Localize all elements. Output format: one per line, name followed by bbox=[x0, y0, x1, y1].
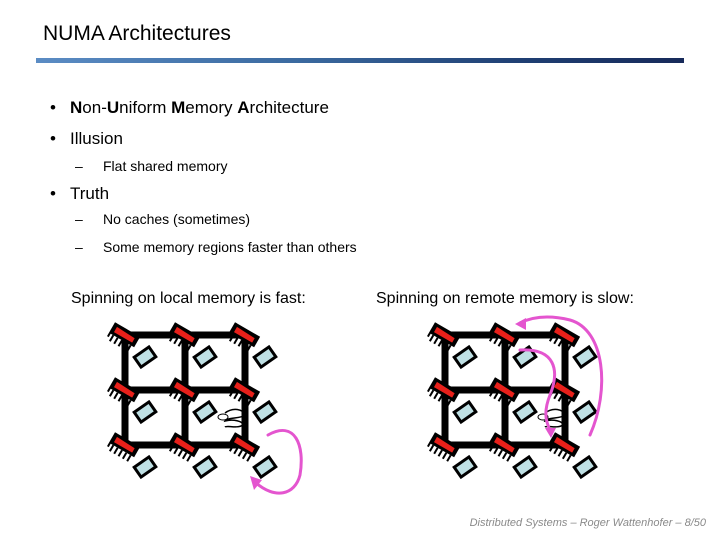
memory-icon bbox=[452, 399, 478, 425]
caption-remote: Spinning on remote memory is slow: bbox=[376, 290, 634, 307]
text-part: U bbox=[106, 98, 120, 117]
processor-icon bbox=[487, 377, 521, 407]
memory-icon bbox=[252, 399, 278, 425]
memory-icon bbox=[132, 454, 158, 480]
memory-icon bbox=[452, 344, 478, 370]
processor-icon bbox=[487, 432, 521, 462]
bullet-text: Non-Uniform Memory Architecture bbox=[70, 98, 329, 118]
processor-icon bbox=[427, 322, 461, 352]
processor-icon bbox=[107, 377, 141, 407]
dash-glyph: – bbox=[75, 158, 83, 174]
bullet-text: Truth bbox=[70, 184, 110, 203]
bullet-glyph: • bbox=[50, 98, 56, 117]
spinning-icon bbox=[537, 408, 566, 428]
slide-footer: Distributed Systems – Roger Wattenhofer … bbox=[469, 517, 706, 529]
memory-icon bbox=[572, 454, 598, 480]
processor-icon bbox=[227, 377, 261, 407]
processor-icon bbox=[167, 377, 201, 407]
processor-icon bbox=[227, 322, 261, 352]
memory-icon bbox=[512, 454, 538, 480]
bullet-text: Illusion bbox=[70, 129, 123, 148]
memory-icon bbox=[252, 454, 278, 480]
bullet-glyph: • bbox=[50, 129, 56, 148]
text-part: on- bbox=[82, 98, 107, 117]
memory-icon bbox=[512, 399, 538, 425]
text-part: rchitecture bbox=[249, 98, 329, 117]
slide-title: NUMA Architectures bbox=[43, 22, 231, 45]
processor-icon bbox=[167, 432, 201, 462]
processor-icon bbox=[427, 377, 461, 407]
arrowhead bbox=[515, 318, 526, 330]
memory-icon bbox=[192, 344, 218, 370]
text-part: N bbox=[70, 98, 83, 117]
subbullet-text: Some memory regions faster than others bbox=[103, 239, 357, 255]
caption-local: Spinning on local memory is fast: bbox=[71, 290, 306, 307]
dash-glyph: – bbox=[75, 239, 83, 255]
processor-icon bbox=[487, 322, 521, 352]
processor-icon bbox=[227, 432, 261, 462]
text-part: niform bbox=[119, 98, 172, 117]
title-divider bbox=[36, 58, 684, 63]
bullet-glyph: • bbox=[50, 184, 56, 203]
memory-icon bbox=[192, 454, 218, 480]
memory-icon bbox=[192, 399, 218, 425]
processor-icon bbox=[167, 322, 201, 352]
local-memory-diagram bbox=[107, 322, 303, 495]
remote-memory-diagram bbox=[427, 315, 604, 480]
memory-icon bbox=[452, 454, 478, 480]
dash-glyph: – bbox=[75, 211, 83, 227]
processor-icon bbox=[107, 432, 141, 462]
memory-icon bbox=[252, 344, 278, 370]
processor-icon bbox=[547, 322, 581, 352]
spinning-icon bbox=[217, 408, 246, 428]
memory-icon bbox=[572, 399, 598, 425]
text-part: emory bbox=[185, 98, 238, 117]
processor-icon bbox=[427, 432, 461, 462]
subbullet-text: No caches (sometimes) bbox=[103, 211, 251, 227]
text-part: A bbox=[237, 98, 250, 117]
memory-icon bbox=[132, 399, 158, 425]
processor-icon bbox=[107, 322, 141, 352]
processor-icon bbox=[547, 432, 581, 462]
memory-icon bbox=[132, 344, 158, 370]
memory-icon bbox=[572, 344, 598, 370]
text-part: M bbox=[171, 98, 186, 117]
subbullet-text: Flat shared memory bbox=[103, 158, 228, 174]
